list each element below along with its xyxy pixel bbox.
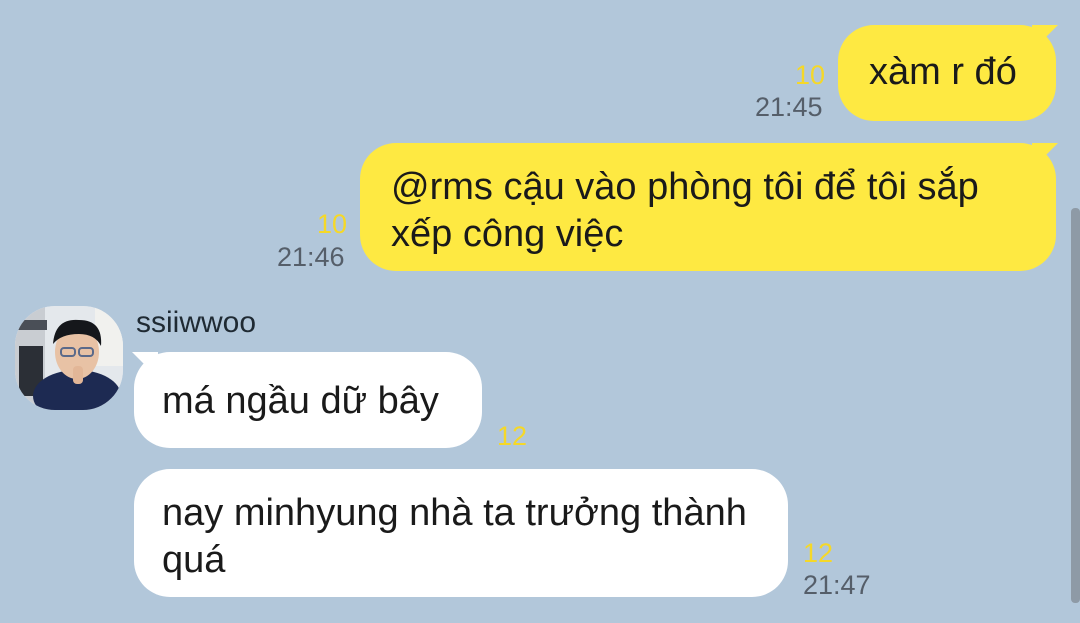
message-text: nay minhyung nhà ta trưởng thành quá [162, 492, 747, 581]
unread-count: 12 [803, 538, 834, 568]
their-message-bubble[interactable]: nay minhyung nhà ta trưởng thành quá [134, 469, 788, 597]
message-text: xàm r đó [869, 51, 1017, 93]
chat-window: xàm r đó 10 21:45 @rms cậu vào phòng tôi… [0, 0, 1080, 623]
unread-count: 10 [317, 209, 348, 239]
my-message-bubble[interactable]: xàm r đó [838, 25, 1056, 121]
message-timestamp: 21:47 [803, 570, 871, 600]
message-text: má ngầu dữ bây [162, 380, 439, 422]
scrollbar[interactable] [1071, 208, 1080, 603]
sender-avatar[interactable] [15, 306, 123, 410]
their-message-bubble[interactable]: má ngầu dữ bây [134, 352, 482, 448]
unread-count: 12 [497, 421, 528, 451]
avatar-photo [15, 306, 123, 410]
sender-name: ssiiwwoo [136, 306, 257, 339]
message-timestamp: 21:46 [277, 242, 345, 272]
message-text: @rms cậu vào phòng tôi để tôi sắp xếp cô… [391, 166, 979, 255]
message-timestamp: 21:45 [755, 92, 823, 122]
my-message-bubble[interactable]: @rms cậu vào phòng tôi để tôi sắp xếp cô… [360, 143, 1056, 271]
unread-count: 10 [795, 60, 826, 90]
